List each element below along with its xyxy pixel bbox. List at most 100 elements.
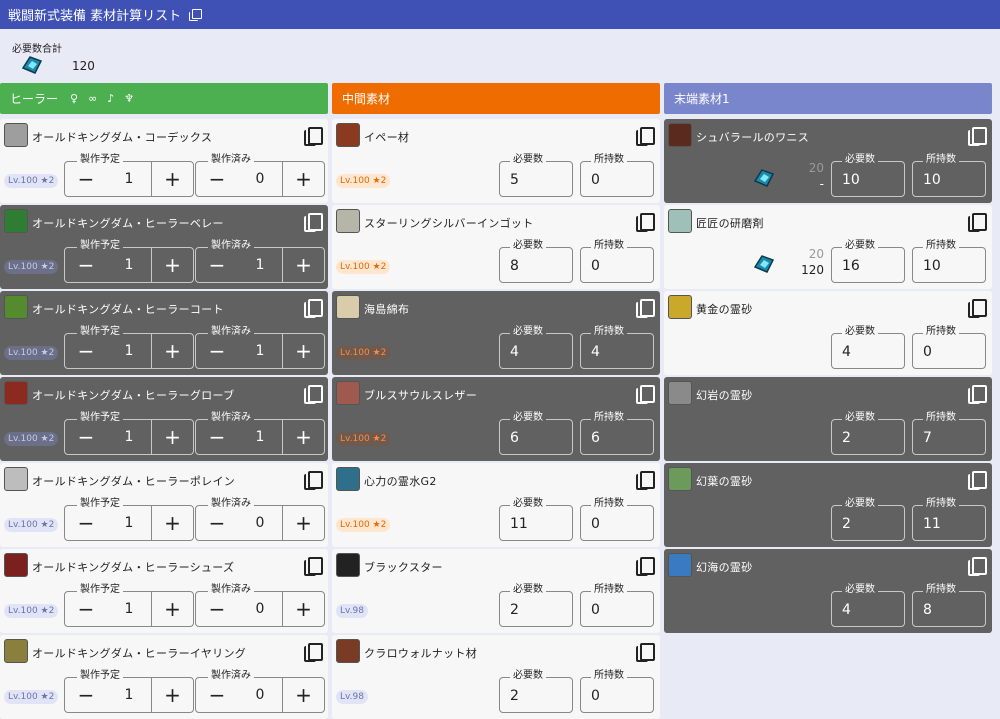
owned-field[interactable]: 所持数 0 <box>912 326 986 369</box>
plus-button[interactable]: + <box>282 334 324 368</box>
crafted-stepper[interactable]: 製作済み −0 + <box>195 670 325 713</box>
required-field-value[interactable]: 2 <box>510 602 519 618</box>
required-field-value[interactable]: 6 <box>510 430 519 446</box>
plus-button[interactable]: + <box>151 162 193 196</box>
plus-button[interactable]: + <box>282 248 324 282</box>
planned-stepper[interactable]: 製作予定 −1 + <box>64 584 194 627</box>
crafted-stepper-value[interactable]: 0 <box>238 162 282 196</box>
crafted-stepper-value[interactable]: 0 <box>238 592 282 626</box>
crafted-stepper[interactable]: 製作済み −1 + <box>195 240 325 283</box>
crafted-stepper-value[interactable]: 0 <box>238 506 282 540</box>
required-field[interactable]: 必要数 11 <box>499 498 573 541</box>
minus-button[interactable]: − <box>196 592 238 626</box>
planned-stepper[interactable]: 製作予定 −1 + <box>64 412 194 455</box>
planned-stepper-value[interactable]: 1 <box>107 248 151 282</box>
required-field-value[interactable]: 11 <box>510 516 528 532</box>
required-field-value[interactable]: 4 <box>510 344 519 360</box>
required-field-value[interactable]: 10 <box>842 172 860 188</box>
crafted-stepper-value[interactable]: 1 <box>238 420 282 454</box>
owned-field[interactable]: 所持数 0 <box>580 498 654 541</box>
required-field[interactable]: 必要数 2 <box>499 584 573 627</box>
copy-icon[interactable] <box>304 299 323 318</box>
required-field[interactable]: 必要数 8 <box>499 240 573 283</box>
minus-button[interactable]: − <box>65 248 107 282</box>
plus-button[interactable]: + <box>151 506 193 540</box>
required-field-value[interactable]: 8 <box>510 258 519 274</box>
required-field-value[interactable]: 2 <box>842 430 851 446</box>
required-field-value[interactable]: 2 <box>510 688 519 704</box>
copy-icon[interactable] <box>968 127 987 146</box>
minus-button[interactable]: − <box>196 506 238 540</box>
copy-icon[interactable] <box>304 643 323 662</box>
owned-field[interactable]: 所持数 11 <box>912 498 986 541</box>
copy-icon[interactable] <box>636 385 655 404</box>
owned-field-value[interactable]: 4 <box>591 344 600 360</box>
required-field[interactable]: 必要数 2 <box>831 498 905 541</box>
crafted-stepper[interactable]: 製作済み −1 + <box>195 326 325 369</box>
required-field[interactable]: 必要数 2 <box>831 412 905 455</box>
owned-field-value[interactable]: 0 <box>591 172 600 188</box>
copy-icon[interactable] <box>304 557 323 576</box>
copy-icon[interactable] <box>304 127 323 146</box>
minus-button[interactable]: − <box>65 678 107 712</box>
copy-icon[interactable] <box>968 299 987 318</box>
minus-button[interactable]: − <box>196 248 238 282</box>
copy-icon[interactable] <box>636 213 655 232</box>
copy-icon[interactable] <box>968 471 987 490</box>
minus-button[interactable]: − <box>65 420 107 454</box>
owned-field-value[interactable]: 10 <box>923 172 941 188</box>
minus-button[interactable]: − <box>196 420 238 454</box>
owned-field-value[interactable]: 0 <box>591 258 600 274</box>
planned-stepper[interactable]: 製作予定 −1 + <box>64 670 194 713</box>
required-field[interactable]: 必要数 4 <box>831 326 905 369</box>
required-field[interactable]: 必要数 6 <box>499 412 573 455</box>
owned-field-value[interactable]: 7 <box>923 430 932 446</box>
copy-icon[interactable] <box>304 385 323 404</box>
crafted-stepper-value[interactable]: 0 <box>238 678 282 712</box>
required-field-value[interactable]: 16 <box>842 258 860 274</box>
minus-button[interactable]: − <box>196 678 238 712</box>
plus-button[interactable]: + <box>282 678 324 712</box>
required-field[interactable]: 必要数 5 <box>499 154 573 197</box>
plus-button[interactable]: + <box>151 248 193 282</box>
required-field[interactable]: 必要数 2 <box>499 670 573 713</box>
copy-icon[interactable] <box>636 557 655 576</box>
owned-field-value[interactable]: 0 <box>591 602 600 618</box>
planned-stepper[interactable]: 製作予定 −1 + <box>64 240 194 283</box>
crafted-stepper-value[interactable]: 1 <box>238 248 282 282</box>
minus-button[interactable]: − <box>65 506 107 540</box>
copy-icon[interactable] <box>636 299 655 318</box>
required-field[interactable]: 必要数 4 <box>499 326 573 369</box>
minus-button[interactable]: − <box>65 334 107 368</box>
owned-field[interactable]: 所持数 0 <box>580 240 654 283</box>
planned-stepper-value[interactable]: 1 <box>107 592 151 626</box>
minus-button[interactable]: − <box>65 162 107 196</box>
required-field-value[interactable]: 4 <box>842 344 851 360</box>
owned-field[interactable]: 所持数 8 <box>912 584 986 627</box>
plus-button[interactable]: + <box>282 592 324 626</box>
plus-button[interactable]: + <box>282 506 324 540</box>
owned-field-value[interactable]: 6 <box>591 430 600 446</box>
copy-icon[interactable] <box>189 8 203 21</box>
plus-button[interactable]: + <box>151 592 193 626</box>
required-field-value[interactable]: 2 <box>842 516 851 532</box>
required-field-value[interactable]: 5 <box>510 172 519 188</box>
planned-stepper-value[interactable]: 1 <box>107 334 151 368</box>
owned-field-value[interactable]: 0 <box>591 688 600 704</box>
owned-field[interactable]: 所持数 7 <box>912 412 986 455</box>
owned-field[interactable]: 所持数 6 <box>580 412 654 455</box>
owned-field[interactable]: 所持数 0 <box>580 584 654 627</box>
owned-field-value[interactable]: 0 <box>591 516 600 532</box>
minus-button[interactable]: − <box>196 334 238 368</box>
minus-button[interactable]: − <box>65 592 107 626</box>
owned-field-value[interactable]: 0 <box>923 344 932 360</box>
copy-icon[interactable] <box>968 385 987 404</box>
owned-field-value[interactable]: 10 <box>923 258 941 274</box>
planned-stepper-value[interactable]: 1 <box>107 420 151 454</box>
required-field[interactable]: 必要数 10 <box>831 154 905 197</box>
plus-button[interactable]: + <box>151 420 193 454</box>
required-field[interactable]: 必要数 4 <box>831 584 905 627</box>
plus-button[interactable]: + <box>151 334 193 368</box>
owned-field-value[interactable]: 8 <box>923 602 932 618</box>
plus-button[interactable]: + <box>151 678 193 712</box>
